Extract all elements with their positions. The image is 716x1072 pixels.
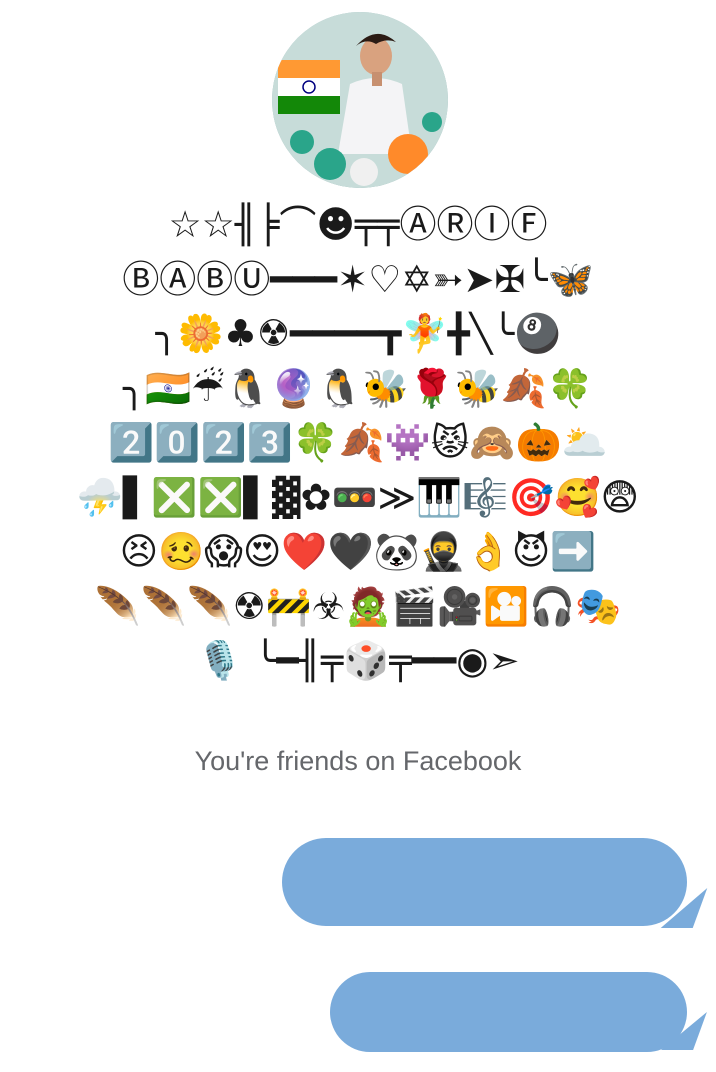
profile-avatar[interactable] <box>272 12 448 188</box>
profile-name-line: ⛈️▌❎❎▌▓✿🚥≫🎹🎼🎯🥰😨 <box>76 475 640 519</box>
profile-name-line: ⒷⒶⒷⓊ━━━✶♡✡➳➤✠╰🦋 <box>122 257 594 301</box>
profile-name: ☆☆╢╞⌒☻╤╤ⒶⓇⒾⒻ ⒷⒶⒷⓊ━━━✶♡✡➳➤✠╰🦋 ╮🌼♣☢━━━━┳🧚╋… <box>18 198 698 689</box>
profile-name-line: ╮🇮🇳☔🐧🔮🐧🐝🌹🐝🍂🍀 <box>122 366 594 410</box>
profile-name-line: 😣🥴😱😍❤️🖤🐼🥷👌😈➡️ <box>119 530 597 573</box>
friends-status-text: You're friends on Facebook <box>194 746 522 776</box>
profile-name-line: 🪶🪶🪶☢🚧☣🧟🎬🎥🎦🎧🎭 <box>94 584 622 628</box>
profile-name-line: ☆☆╢╞⌒☻╤╤ⒶⓇⒾⒻ <box>168 203 548 246</box>
profile-name-line: 2️⃣0️⃣2️⃣3️⃣🍀🍂👾😾🙈🎃🌥️ <box>108 421 608 464</box>
message-bubble[interactable] <box>282 838 687 926</box>
message-bubble[interactable] <box>330 972 687 1052</box>
profile-name-line: 🎙️ ╰━╢╤🎲╤━━◉➣ <box>196 639 520 682</box>
profile-photo-icon <box>272 12 448 188</box>
profile-name-line: ╮🌼♣☢━━━━┳🧚╋╲╰🎱 <box>155 312 561 355</box>
